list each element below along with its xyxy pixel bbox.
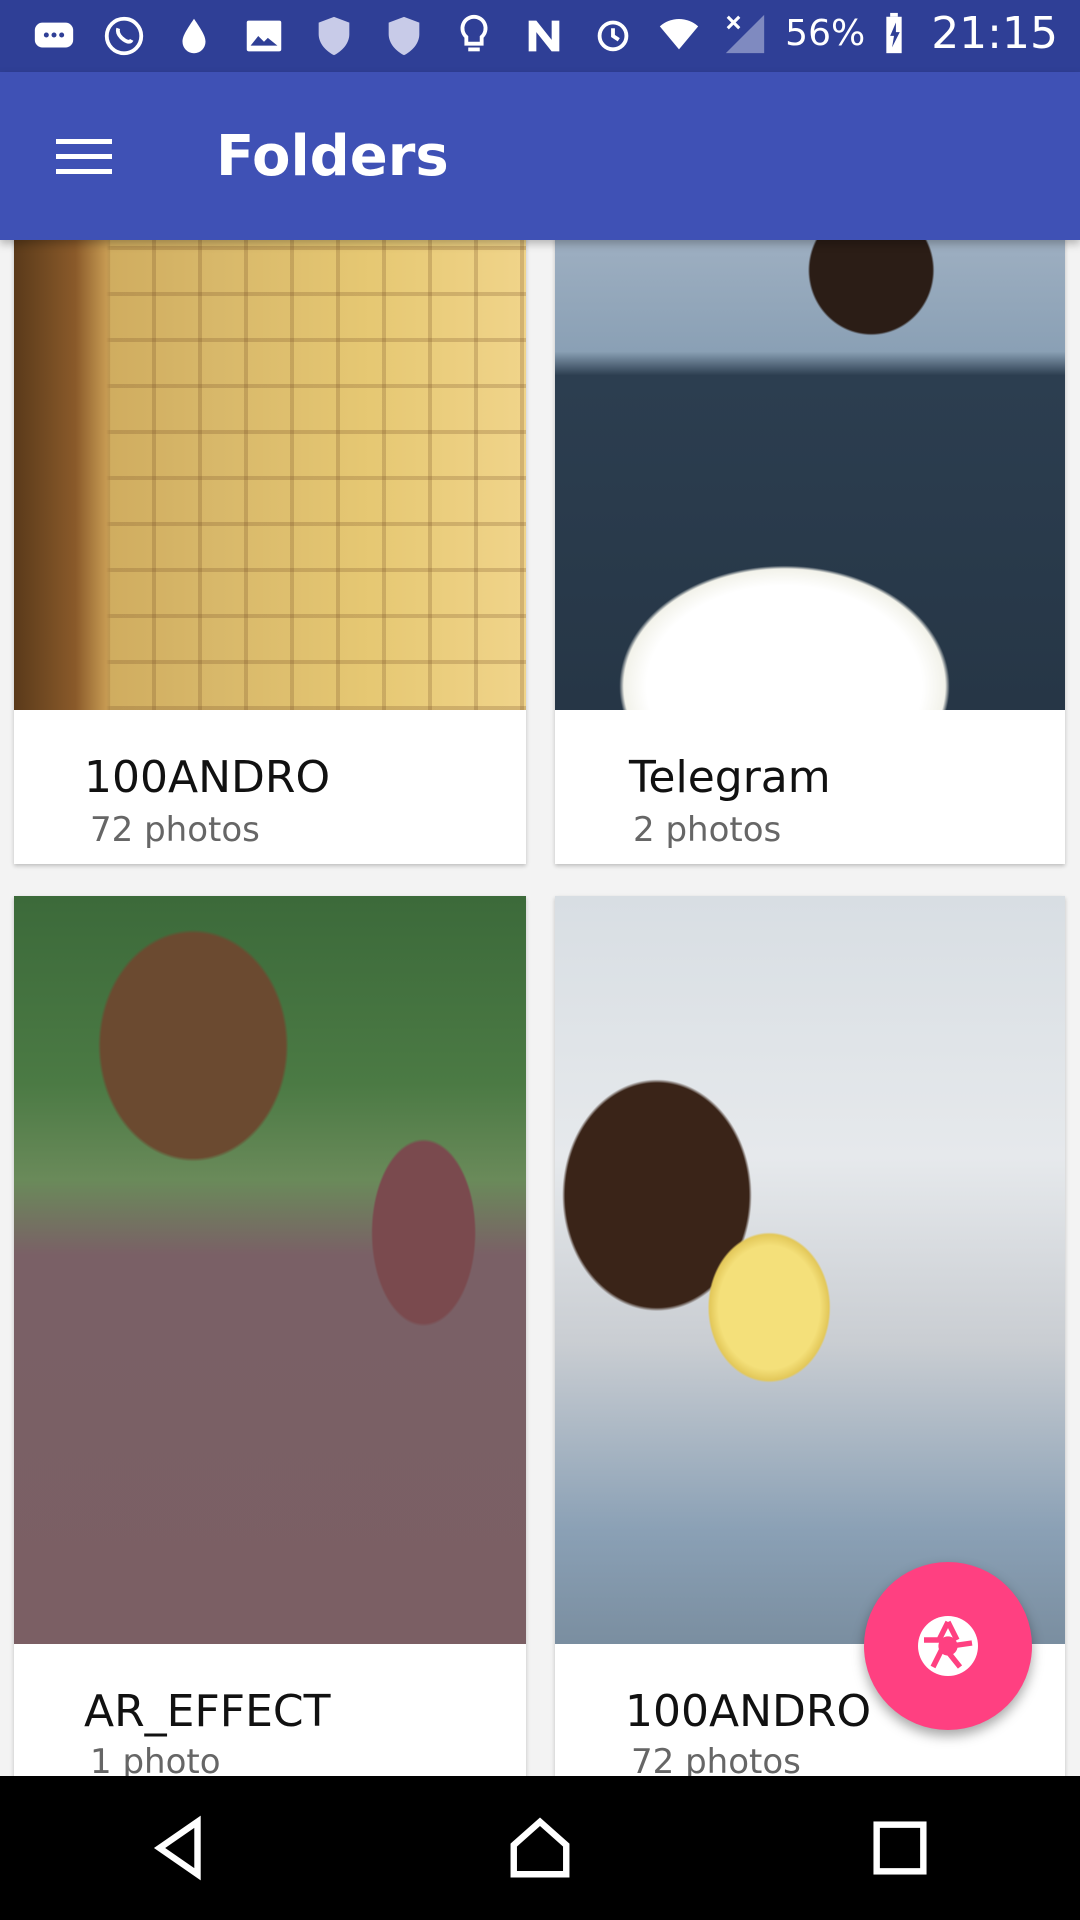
whatsapp-icon xyxy=(98,12,150,60)
folder-card[interactable]: 100ANDRO 72 photos xyxy=(14,240,526,864)
home-icon[interactable] xyxy=(480,1788,600,1908)
folder-photo-count: 72 photos xyxy=(631,1742,801,1776)
battery-charging-icon xyxy=(879,10,909,58)
folder-thumbnail xyxy=(555,240,1065,710)
folder-card[interactable]: AR_EFFECT 1 photo xyxy=(14,896,526,1776)
notification-icons xyxy=(28,12,570,60)
recents-icon[interactable] xyxy=(840,1788,960,1908)
messaging-icon xyxy=(28,12,80,60)
alarm-icon xyxy=(587,10,639,58)
folder-photo-count: 72 photos xyxy=(90,810,260,850)
page-title: Folders xyxy=(216,124,449,189)
gallery-icon xyxy=(238,12,290,60)
folder-name: AR_EFFECT xyxy=(84,1686,331,1737)
lightbulb-icon xyxy=(448,12,500,60)
folder-grid: 100ANDRO 72 photos Telegram 2 photos AR_… xyxy=(0,240,1080,1776)
wifi-icon xyxy=(653,10,705,58)
back-icon[interactable] xyxy=(120,1788,240,1908)
folder-photo-count: 1 photo xyxy=(90,1742,221,1776)
clock: 21:15 xyxy=(931,8,1058,59)
camera-shutter-icon xyxy=(918,1616,978,1676)
shield-icon xyxy=(308,12,360,60)
camera-fab-button[interactable] xyxy=(864,1562,1032,1730)
navigation-bar xyxy=(0,1776,1080,1920)
signal-icon xyxy=(719,10,771,58)
folder-name: Telegram xyxy=(629,752,831,803)
folder-thumbnail xyxy=(14,240,526,710)
app-bar: Folders xyxy=(0,72,1080,240)
folder-thumbnail xyxy=(555,896,1065,1644)
system-icons: 56% 21:15 xyxy=(587,8,1058,59)
n-icon xyxy=(518,12,570,60)
folder-card[interactable]: Telegram 2 photos xyxy=(555,240,1065,864)
battery-percent: 56% xyxy=(785,13,866,54)
folder-name: 100ANDRO xyxy=(84,752,331,803)
status-bar: 56% 21:15 xyxy=(0,0,1080,72)
folder-name: 100ANDRO xyxy=(625,1686,872,1737)
hamburger-menu-icon[interactable] xyxy=(44,122,124,192)
shield-icon xyxy=(378,12,430,60)
water-drop-icon xyxy=(168,12,220,60)
folder-photo-count: 2 photos xyxy=(633,810,782,850)
folder-thumbnail xyxy=(14,896,526,1644)
